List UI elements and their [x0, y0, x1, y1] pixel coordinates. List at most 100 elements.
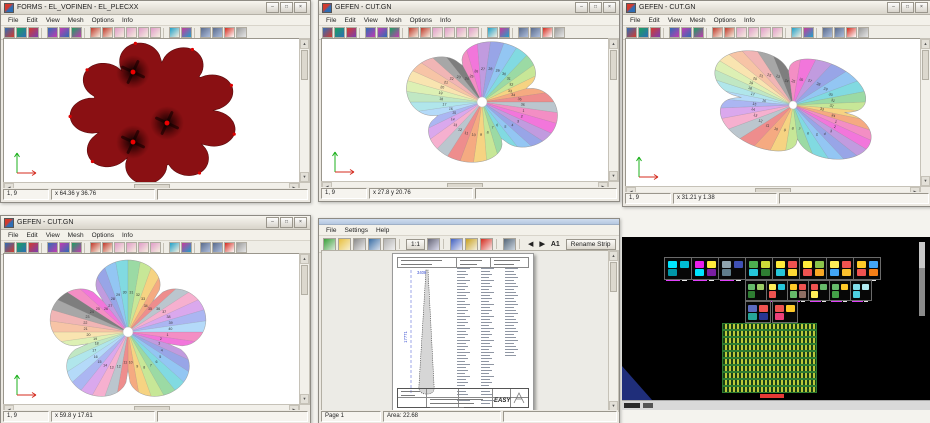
toolbar-icon[interactable] — [102, 242, 113, 253]
titlebar[interactable]: GEFEN - CUT.GN – □ × — [623, 1, 930, 15]
toolbar-icon[interactable] — [468, 27, 479, 38]
toolbar-icon[interactable] — [59, 27, 70, 38]
toolbar-icon[interactable] — [236, 242, 247, 253]
menu-item-file[interactable]: File — [626, 17, 644, 24]
toolbar-icon[interactable] — [59, 242, 70, 253]
scroll-thumb[interactable] — [301, 265, 308, 295]
toolbar-icon[interactable] — [200, 242, 211, 253]
zoom-icon[interactable] — [450, 238, 463, 251]
toolbar-icon[interactable] — [487, 27, 498, 38]
menu-item-view[interactable]: View — [664, 17, 686, 24]
scroll-up-icon[interactable]: ▲ — [609, 251, 618, 261]
menu-item-mesh[interactable]: Mesh — [64, 17, 88, 24]
menu-item-info[interactable]: Info — [436, 17, 455, 24]
toolbar-icon[interactable] — [150, 242, 161, 253]
toolbar-icon[interactable] — [169, 27, 180, 38]
toolbar-icon[interactable] — [181, 242, 192, 253]
menu-item-options[interactable]: Options — [88, 17, 118, 24]
toolbar-icon[interactable] — [638, 27, 649, 38]
toolbar-icon[interactable] — [90, 27, 101, 38]
minimize-button[interactable]: – — [266, 2, 279, 13]
minimize-button[interactable]: – — [266, 217, 279, 228]
drawing-canvas[interactable] — [3, 38, 300, 183]
toolbar-icon[interactable] — [377, 27, 388, 38]
toolbar-icon[interactable] — [444, 27, 455, 38]
toolbar-icon[interactable] — [432, 27, 443, 38]
toolbar-icon[interactable] — [346, 27, 357, 38]
scroll-up-icon[interactable]: ▲ — [609, 39, 618, 49]
maximize-button[interactable]: □ — [589, 2, 602, 13]
toolbar-icon[interactable] — [16, 242, 27, 253]
toolbar-icon[interactable] — [554, 27, 565, 38]
vertical-scrollbar[interactable]: ▲ ▼ — [608, 38, 619, 182]
toolbar-icon[interactable] — [791, 27, 802, 38]
maximize-button[interactable]: □ — [901, 2, 914, 13]
toolbar-icon[interactable] — [724, 27, 735, 38]
toolbar-icon[interactable] — [169, 242, 180, 253]
menu-item-options[interactable]: Options — [406, 17, 436, 24]
toolbar-icon[interactable] — [365, 27, 376, 38]
drawing-canvas[interactable]: 1234567891011121314151617181920212223242… — [321, 38, 609, 182]
print-setup-icon[interactable] — [368, 238, 381, 251]
toolbar-icon[interactable] — [334, 27, 345, 38]
scroll-up-icon[interactable]: ▲ — [300, 39, 309, 49]
titlebar[interactable]: FORMS - EL_VOFINEN - EL_PLECXX – □ × — [1, 1, 310, 15]
toolbar-icon[interactable] — [322, 27, 333, 38]
scroll-up-icon[interactable]: ▲ — [921, 39, 930, 49]
toolbar-icon[interactable] — [138, 242, 149, 253]
menu-item-view[interactable]: View — [42, 232, 64, 239]
scroll-down-icon[interactable]: ▼ — [921, 176, 930, 186]
rename-strip-button[interactable]: Rename Strip — [566, 239, 616, 250]
image-frame-icon[interactable] — [503, 238, 516, 251]
toolbar-icon[interactable] — [626, 27, 637, 38]
toolbar-icon[interactable] — [181, 27, 192, 38]
delete-pencil-icon[interactable] — [480, 238, 493, 251]
vertical-scrollbar[interactable]: ▲ ▼ — [299, 253, 310, 405]
toolbar-icon[interactable] — [150, 27, 161, 38]
drawing-canvas[interactable]: 1234567891011121314151617181920212223242… — [3, 253, 300, 405]
toolbar-icon[interactable] — [28, 27, 39, 38]
toolbar-icon[interactable] — [420, 27, 431, 38]
printer-icon[interactable] — [323, 238, 336, 251]
titlebar[interactable]: GEFEN - CUT.GN – □ × — [319, 1, 619, 15]
toolbar-icon[interactable] — [126, 27, 137, 38]
toolbar-icon[interactable] — [90, 242, 101, 253]
toolbar-icon[interactable] — [71, 242, 82, 253]
toolbar-icon[interactable] — [736, 27, 747, 38]
titlebar[interactable]: GEFEN - CUT.GN – □ × — [1, 216, 310, 230]
toolbar-icon[interactable] — [236, 27, 247, 38]
menu-item-file[interactable]: File — [322, 17, 340, 24]
toolbar-icon[interactable] — [224, 27, 235, 38]
menu-item-edit[interactable]: Edit — [644, 17, 663, 24]
maximize-button[interactable]: □ — [280, 2, 293, 13]
menu-item-info[interactable]: Info — [118, 232, 137, 239]
toolbar-icon[interactable] — [772, 27, 783, 38]
toolbar-icon[interactable] — [47, 27, 58, 38]
toolbar-icon[interactable] — [693, 27, 704, 38]
close-button[interactable]: × — [294, 2, 307, 13]
scale-1-1-button[interactable]: 1:1 — [406, 239, 425, 250]
toolbar-icon[interactable] — [212, 27, 223, 38]
pencil-icon[interactable] — [465, 238, 478, 251]
toolbar-icon[interactable] — [518, 27, 529, 38]
menu-item-file[interactable]: File — [4, 232, 22, 239]
scroll-thumb[interactable] — [301, 50, 308, 80]
toolbar-icon[interactable] — [834, 27, 845, 38]
vertical-scrollbar[interactable]: ▲ ▼ — [920, 38, 930, 187]
toolbar-icon[interactable] — [4, 27, 15, 38]
scroll-up-icon[interactable]: ▲ — [300, 254, 309, 264]
toolbar-icon[interactable] — [542, 27, 553, 38]
menu-item-mesh[interactable]: Mesh — [686, 17, 710, 24]
previous-page-icon[interactable]: ◀ — [526, 240, 535, 248]
toolbar-icon[interactable] — [71, 27, 82, 38]
menu-item-options[interactable]: Options — [710, 17, 740, 24]
preview-canvas[interactable]: 3408 17771 EASY — [321, 250, 609, 412]
minimize-button[interactable]: – — [575, 2, 588, 13]
toolbar-icon[interactable] — [212, 242, 223, 253]
toolbar-icon[interactable] — [114, 242, 125, 253]
vertical-scrollbar[interactable]: ▲ ▼ — [299, 38, 310, 183]
toolbar-icon[interactable] — [47, 242, 58, 253]
scroll-thumb[interactable] — [610, 50, 617, 80]
toolbar-icon[interactable] — [200, 27, 211, 38]
scroll-down-icon[interactable]: ▼ — [609, 171, 618, 181]
